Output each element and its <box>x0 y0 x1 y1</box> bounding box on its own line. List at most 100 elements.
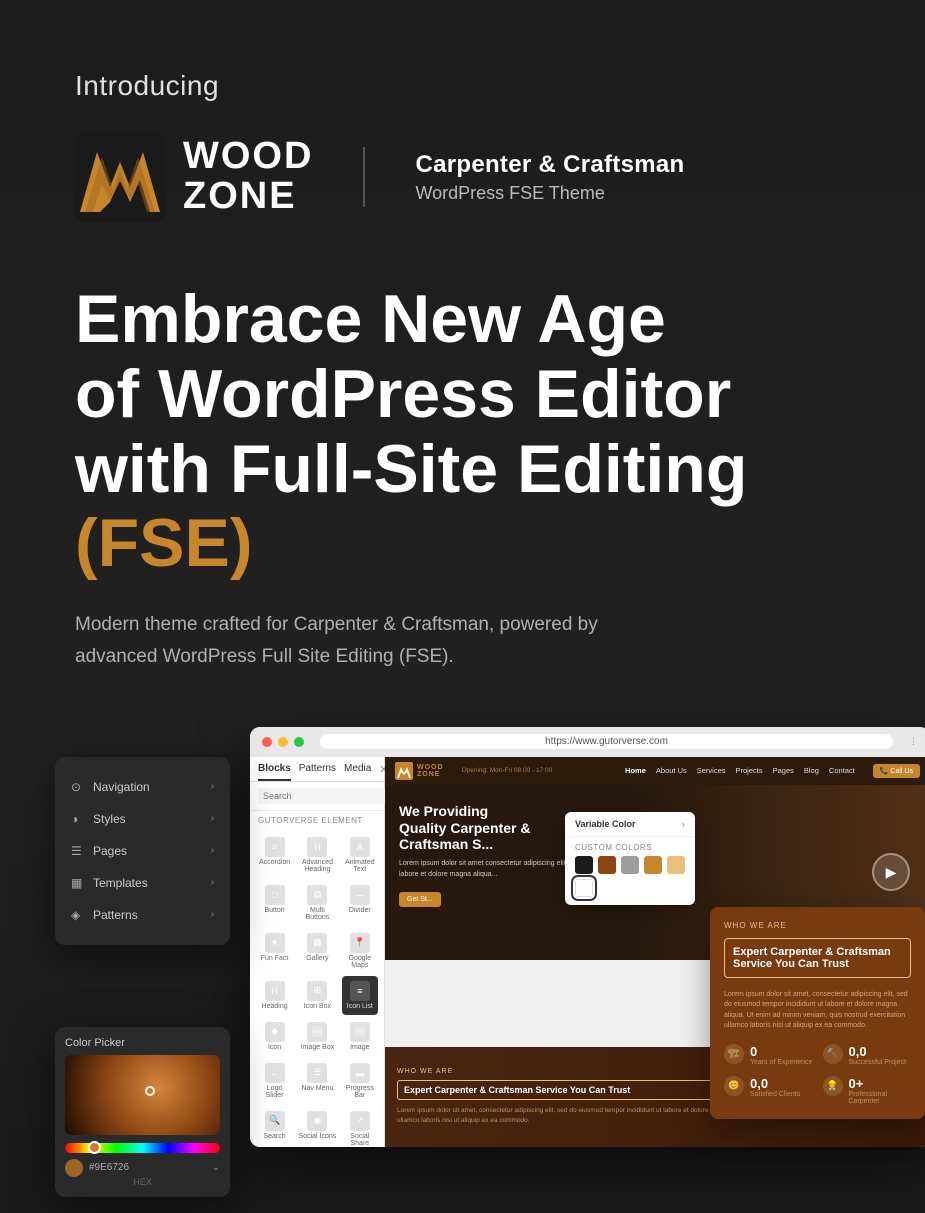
tab-blocks[interactable]: Blocks <box>258 763 291 781</box>
nav-about[interactable]: About Us <box>656 766 687 775</box>
block-search[interactable]: 🔍 Search <box>256 1106 293 1147</box>
block-advanced-heading[interactable]: H Advanced Heading <box>295 832 340 878</box>
color-picker-dot[interactable] <box>145 1086 155 1096</box>
block-heading[interactable]: H Heading <box>256 976 293 1015</box>
stat-projects: 🔨 0,0 Successful Project <box>823 1044 912 1066</box>
logo-tagline-row: WOOD ZONE Carpenter & Craftsman WordPres… <box>75 132 850 222</box>
color-swatch-white[interactable] <box>575 879 593 897</box>
heading-icon: H <box>265 981 285 1001</box>
block-image[interactable]: 🖼 Image <box>342 1017 378 1056</box>
color-swatch-brown[interactable] <box>598 856 616 874</box>
icon-list-label: Icon List <box>347 1003 373 1010</box>
main-container: Introducing WOOD ZONE Carpenter & Crafts… <box>0 0 925 1157</box>
nav-arrow: › <box>211 781 214 792</box>
play-button[interactable]: ▶ <box>872 853 910 891</box>
rsp-stats: 🏗 0 Years of Experience 🔨 0,0 Successful… <box>724 1044 911 1105</box>
block-button[interactable]: □ Button <box>256 880 293 926</box>
block-accordion[interactable]: ≡ Accordion <box>256 832 293 878</box>
button-icon: □ <box>265 885 285 905</box>
image-box-label: Image Box <box>301 1044 334 1051</box>
color-picker-label: Color Picker <box>65 1037 220 1049</box>
advanced-heading-label: Advanced Heading <box>298 859 337 873</box>
hero-line3-pre: with Full-Site Editing <box>75 431 747 507</box>
block-social-share[interactable]: ↗ Social Share <box>342 1106 378 1147</box>
hue-dot[interactable] <box>88 1141 101 1154</box>
rsp-title-box: Expert Carpenter & Craftsman Service You… <box>724 938 911 978</box>
block-animated-text[interactable]: A Animated Text <box>342 832 378 878</box>
vc-header: Variable Color › <box>565 812 695 837</box>
logo-slider-icon: ↔ <box>265 1063 285 1083</box>
sidebar-templates-label: Templates <box>93 876 148 890</box>
stat-projects-num: 0,0 <box>849 1044 907 1059</box>
templates-icon: ▦ <box>71 876 85 890</box>
logo-area: WOOD ZONE <box>75 132 313 222</box>
logo-word2: ZONE <box>183 177 313 217</box>
color-swatch-gold[interactable] <box>644 856 662 874</box>
pages-arrow: › <box>211 845 214 856</box>
tagline-area: Carpenter & Craftsman WordPress FSE Them… <box>415 151 684 204</box>
url-bar[interactable]: https://www.gutorverse.com <box>320 734 893 749</box>
color-swatch-black[interactable] <box>575 856 593 874</box>
block-multi-buttons[interactable]: ▤ Multi Buttons <box>295 880 340 926</box>
block-progress-bar[interactable]: ▬ Progress Bar <box>342 1058 378 1104</box>
close-dot[interactable] <box>262 737 272 747</box>
wz-logo-text: WOODZONE <box>417 764 444 778</box>
block-google-maps[interactable]: 📍 Google Maps <box>342 928 378 974</box>
sidebar-item-templates[interactable]: ▦ Templates › <box>55 867 230 899</box>
nav-blog[interactable]: Blog <box>804 766 819 775</box>
color-swatch-gray[interactable] <box>621 856 639 874</box>
stat-clients-label: Satisfied Clients <box>750 1091 800 1098</box>
variable-color-popup: Variable Color › CUSTOM COLORS <box>565 812 695 905</box>
sidebar-item-patterns[interactable]: ◈ Patterns › <box>55 899 230 931</box>
sidebar-item-pages[interactable]: ☰ Pages › <box>55 835 230 867</box>
block-fun-fact[interactable]: ★ Fun Fact <box>256 928 293 974</box>
block-nav-menu[interactable]: ☰ Nav Menu <box>295 1058 340 1104</box>
animated-text-icon: A <box>350 837 370 857</box>
nav-projects[interactable]: Projects <box>736 766 763 775</box>
minimize-dot[interactable] <box>278 737 288 747</box>
button-label: Button <box>264 907 284 914</box>
hex-row: #9E6726 ⌄ <box>65 1159 220 1177</box>
block-gallery[interactable]: ▦ Gallery <box>295 928 340 974</box>
block-social-icons[interactable]: ◉ Social Icons <box>295 1106 340 1147</box>
progress-bar-icon: ▬ <box>350 1063 370 1083</box>
color-swatch-light-gold[interactable] <box>667 856 685 874</box>
progress-bar-label: Progress Bar <box>345 1085 375 1099</box>
block-image-box[interactable]: 🖼 Image Box <box>295 1017 340 1056</box>
block-logo-slider[interactable]: ↔ Logo Slider <box>256 1058 293 1104</box>
color-picker-panel[interactable]: Color Picker #9E6726 ⌄ HEX <box>55 1027 230 1197</box>
nav-services[interactable]: Services <box>697 766 726 775</box>
nav-contact[interactable]: Contact <box>829 766 855 775</box>
wp-search-input[interactable] <box>258 788 385 804</box>
block-icon[interactable]: ◆ Icon <box>256 1017 293 1056</box>
stat-projects-label: Successful Project <box>849 1059 907 1066</box>
block-divider[interactable]: — Divider <box>342 880 378 926</box>
tab-media[interactable]: Media <box>344 763 371 781</box>
vc-section-label: CUSTOM COLORS <box>565 837 695 856</box>
multi-buttons-icon: ▤ <box>307 885 327 905</box>
nav-pages[interactable]: Pages <box>773 766 794 775</box>
wp-search-row: 🔍 <box>250 782 384 811</box>
icon-box-label: Icon Box <box>304 1003 331 1010</box>
nav-cta-button[interactable]: 📞 Call Us <box>873 764 920 778</box>
sidebar-item-navigation[interactable]: ⊙ Navigation › <box>55 771 230 803</box>
sidebar-pages-label: Pages <box>93 844 127 858</box>
image-label: Image <box>350 1044 369 1051</box>
maximize-dot[interactable] <box>294 737 304 747</box>
stat-clients-content: 0,0 Satisfied Clients <box>750 1076 800 1098</box>
hex-dropdown-arrow[interactable]: ⌄ <box>212 1162 220 1173</box>
hex-value[interactable]: #9E6726 <box>89 1162 206 1173</box>
block-icon-box[interactable]: ⊞ Icon Box <box>295 976 340 1015</box>
right-side-panel: WHO WE ARE Expert Carpenter & Craftsman … <box>710 907 925 1119</box>
clients-icon: 😊 <box>724 1076 744 1096</box>
sidebar-item-styles[interactable]: ◑ Styles › <box>55 803 230 835</box>
color-gradient-area[interactable] <box>65 1055 220 1135</box>
hue-slider[interactable] <box>65 1143 220 1153</box>
block-icon-list[interactable]: ≡ Icon List <box>342 976 378 1015</box>
website-hero-cta[interactable]: Get St... <box>399 892 441 907</box>
nav-home[interactable]: Home <box>625 766 646 775</box>
multi-buttons-label: Multi Buttons <box>298 907 337 921</box>
tab-patterns[interactable]: Patterns <box>299 763 336 781</box>
wp-blocks-grid: ≡ Accordion H Advanced Heading A Animate… <box>250 828 384 1147</box>
hero-line2: of WordPress Editor <box>75 356 731 432</box>
